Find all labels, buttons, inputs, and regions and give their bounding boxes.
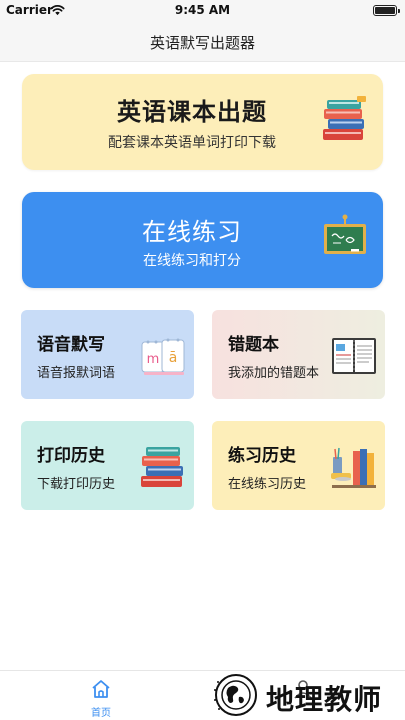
- battery-icon: [373, 5, 400, 16]
- watermark-text: 地理教师: [266, 683, 383, 716]
- books-icon: [141, 447, 183, 487]
- watermark: 地理教师: [208, 670, 405, 720]
- practice-history-subtitle: 在线练习历史: [228, 477, 307, 492]
- svg-text:m: m: [147, 352, 160, 367]
- notebook-icon: [332, 338, 376, 374]
- practice-history-title: 练习历史: [228, 446, 296, 466]
- print-history-card[interactable]: 打印历史 下载打印历史: [21, 421, 194, 510]
- textbook-quiz-card[interactable]: 英语课本出题 配套课本英语单词打印下载: [22, 74, 383, 170]
- svg-text:ā: ā: [169, 350, 178, 366]
- voice-dictation-card[interactable]: 语音默写 语音报默词语 m ā: [21, 310, 194, 399]
- practice-history-card[interactable]: 练习历史 在线练习历史: [212, 421, 385, 510]
- online-practice-card[interactable]: 在线练习 在线练习和打分: [22, 192, 383, 288]
- online-practice-title: 在线练习: [142, 218, 242, 246]
- online-practice-subtitle: 在线练习和打分: [143, 253, 241, 269]
- wrong-answer-book-subtitle: 我添加的错题本: [228, 366, 320, 381]
- textbook-quiz-title: 英语课本出题: [117, 98, 267, 126]
- navigation-bar: 英语默写出题器: [0, 22, 405, 62]
- status-bar: Carrier 9:45 AM: [0, 0, 405, 22]
- print-history-title: 打印历史: [37, 446, 105, 466]
- home-icon: [92, 680, 110, 698]
- tab-home-label: 首页: [91, 708, 111, 719]
- voice-dictation-subtitle: 语音报默词语: [37, 366, 116, 381]
- globe-seal-icon: [214, 674, 257, 716]
- letter-cards-icon: m ā: [141, 338, 185, 375]
- wrong-answer-book-title: 错题本: [228, 335, 279, 355]
- chalkboard-icon: [324, 214, 366, 254]
- study-desk-icon: [331, 447, 376, 488]
- page-title: 英语默写出题器: [149, 34, 255, 52]
- books-icon: [323, 96, 366, 140]
- wrong-answer-book-card[interactable]: 错题本 我添加的错题本: [212, 310, 385, 399]
- textbook-quiz-subtitle: 配套课本英语单词打印下载: [108, 135, 276, 151]
- clock: 9:45 AM: [174, 3, 231, 17]
- tab-home[interactable]: 首页: [70, 677, 132, 719]
- print-history-subtitle: 下载打印历史: [37, 477, 116, 492]
- voice-dictation-title: 语音默写: [37, 335, 105, 355]
